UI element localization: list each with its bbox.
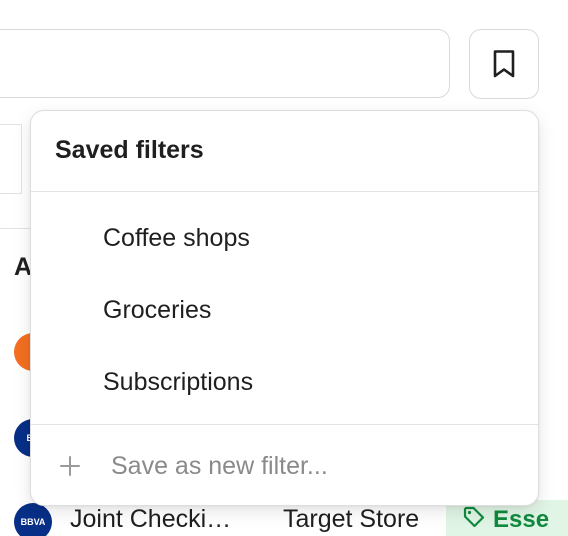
category-label: Esse — [493, 506, 550, 533]
save-new-filter-button[interactable]: Save as new filter... — [31, 437, 538, 495]
divider — [31, 424, 538, 425]
transaction-merchant: Target Store — [283, 505, 420, 533]
popover-title: Saved filters — [55, 136, 204, 164]
saved-filter-item[interactable]: Groceries — [31, 278, 538, 342]
app-stage: A BB BBVA Joint Checki… Target Store Ess… — [0, 0, 568, 536]
plus-icon — [59, 455, 81, 477]
tag-icon — [463, 506, 493, 535]
table-header-cell — [0, 124, 22, 194]
saved-filter-item[interactable]: Subscriptions — [31, 350, 538, 414]
bookmark-icon — [491, 49, 517, 79]
saved-filter-label: Subscriptions — [103, 367, 254, 396]
bank-logo: BBVA — [14, 503, 52, 536]
saved-filter-label: Coffee shops — [103, 223, 250, 252]
saved-filters-button[interactable] — [469, 29, 539, 99]
save-new-filter-label: Save as new filter... — [111, 451, 328, 480]
saved-filter-label: Groceries — [103, 295, 212, 324]
saved-filter-item[interactable]: Coffee shops — [31, 206, 538, 270]
divider — [31, 191, 538, 192]
saved-filters-popover: Saved filters Coffee shops Groceries Sub… — [30, 110, 539, 506]
search-input[interactable] — [0, 29, 450, 98]
transaction-account: Joint Checki… — [70, 505, 232, 533]
